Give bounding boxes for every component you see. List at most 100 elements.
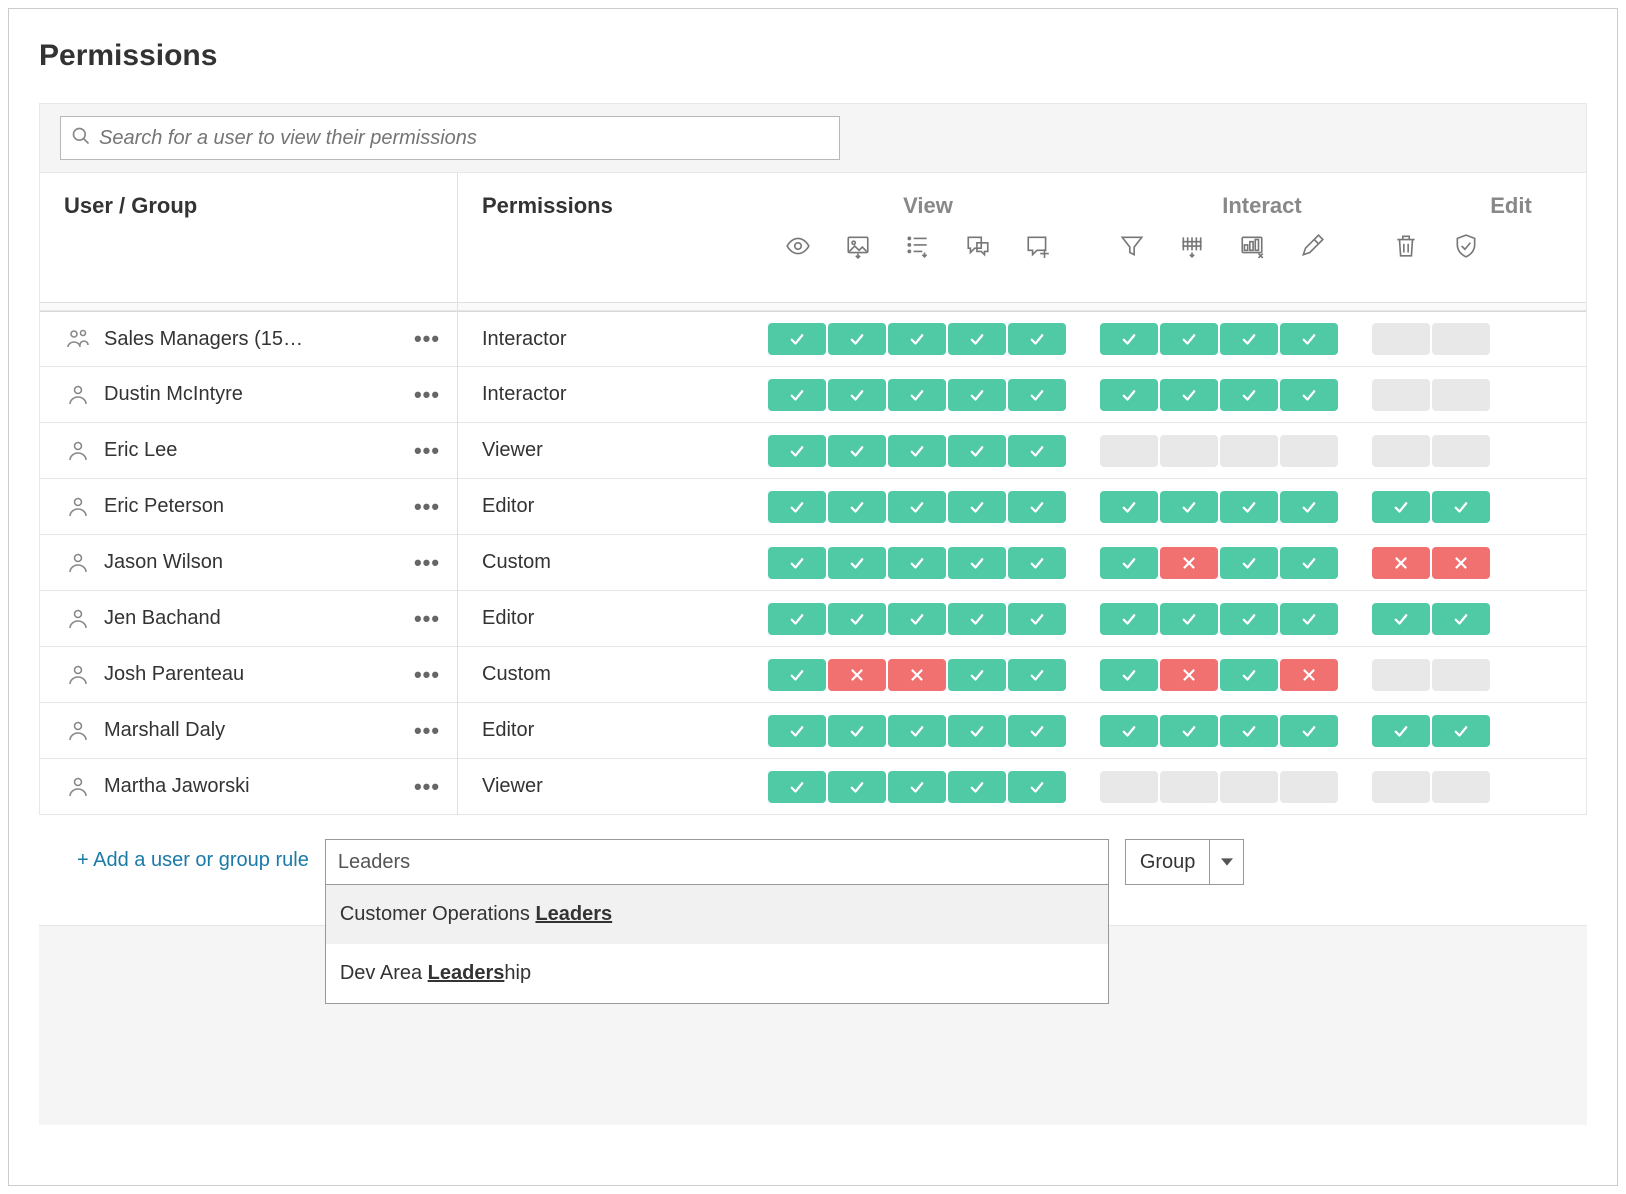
- permission-cell[interactable]: [1220, 435, 1278, 467]
- permission-role[interactable]: Interactor: [458, 328, 768, 351]
- permission-cell[interactable]: [1372, 659, 1430, 691]
- more-icon[interactable]: •••: [411, 606, 443, 632]
- permission-cell[interactable]: [1160, 715, 1218, 747]
- permission-cell[interactable]: [1220, 659, 1278, 691]
- permission-role[interactable]: Interactor: [458, 383, 768, 406]
- permission-cell[interactable]: [768, 659, 826, 691]
- permission-cell[interactable]: [1280, 547, 1338, 579]
- add-user-group-link[interactable]: + Add a user or group rule: [77, 839, 309, 872]
- permission-cell[interactable]: [1280, 715, 1338, 747]
- permission-cell[interactable]: [1372, 547, 1430, 579]
- permission-cell[interactable]: [1220, 547, 1278, 579]
- permission-cell[interactable]: [948, 603, 1006, 635]
- permission-cell[interactable]: [1432, 379, 1490, 411]
- permission-cell[interactable]: [1372, 435, 1430, 467]
- permission-cell[interactable]: [1372, 323, 1430, 355]
- permission-cell[interactable]: [1100, 491, 1158, 523]
- permission-role[interactable]: Custom: [458, 551, 768, 574]
- permission-cell[interactable]: [1432, 603, 1490, 635]
- permission-role[interactable]: Custom: [458, 663, 768, 686]
- permission-cell[interactable]: [768, 379, 826, 411]
- permission-cell[interactable]: [1220, 323, 1278, 355]
- permission-cell[interactable]: [888, 323, 946, 355]
- permission-cell[interactable]: [1008, 603, 1066, 635]
- permission-cell[interactable]: [1008, 379, 1066, 411]
- permission-cell[interactable]: [1372, 771, 1430, 803]
- permission-role[interactable]: Editor: [458, 495, 768, 518]
- permission-cell[interactable]: [1372, 379, 1430, 411]
- permission-role[interactable]: Editor: [458, 719, 768, 742]
- permission-cell[interactable]: [888, 379, 946, 411]
- permission-cell[interactable]: [1432, 715, 1490, 747]
- permission-cell[interactable]: [888, 547, 946, 579]
- permission-cell[interactable]: [1220, 379, 1278, 411]
- permission-cell[interactable]: [948, 771, 1006, 803]
- more-icon[interactable]: •••: [411, 718, 443, 744]
- permission-cell[interactable]: [1280, 491, 1338, 523]
- permission-cell[interactable]: [1280, 659, 1338, 691]
- permission-cell[interactable]: [828, 771, 886, 803]
- permission-cell[interactable]: [1100, 771, 1158, 803]
- permission-cell[interactable]: [768, 715, 826, 747]
- chevron-down-icon[interactable]: [1210, 839, 1244, 885]
- permission-cell[interactable]: [948, 491, 1006, 523]
- permission-cell[interactable]: [828, 715, 886, 747]
- permission-cell[interactable]: [828, 379, 886, 411]
- permission-cell[interactable]: [828, 659, 886, 691]
- permission-cell[interactable]: [1432, 771, 1490, 803]
- permission-cell[interactable]: [888, 435, 946, 467]
- permission-cell[interactable]: [828, 603, 886, 635]
- permission-cell[interactable]: [1100, 715, 1158, 747]
- permission-cell[interactable]: [948, 715, 1006, 747]
- permission-cell[interactable]: [1100, 435, 1158, 467]
- permission-cell[interactable]: [888, 491, 946, 523]
- type-selector[interactable]: Group: [1125, 839, 1245, 885]
- permission-role[interactable]: Viewer: [458, 439, 768, 462]
- permission-cell[interactable]: [1220, 603, 1278, 635]
- add-rule-input[interactable]: [325, 839, 1109, 885]
- permission-cell[interactable]: [768, 771, 826, 803]
- permission-cell[interactable]: [1100, 659, 1158, 691]
- more-icon[interactable]: •••: [411, 662, 443, 688]
- more-icon[interactable]: •••: [411, 438, 443, 464]
- more-icon[interactable]: •••: [411, 326, 443, 352]
- search-field[interactable]: [99, 127, 829, 150]
- permission-cell[interactable]: [1220, 715, 1278, 747]
- permission-cell[interactable]: [1432, 323, 1490, 355]
- permission-cell[interactable]: [1160, 435, 1218, 467]
- permission-cell[interactable]: [948, 435, 1006, 467]
- more-icon[interactable]: •••: [411, 774, 443, 800]
- permission-cell[interactable]: [1160, 491, 1218, 523]
- permission-cell[interactable]: [828, 435, 886, 467]
- permission-cell[interactable]: [1160, 603, 1218, 635]
- permission-cell[interactable]: [888, 715, 946, 747]
- permission-role[interactable]: Editor: [458, 607, 768, 630]
- permission-cell[interactable]: [1100, 379, 1158, 411]
- permission-cell[interactable]: [768, 547, 826, 579]
- more-icon[interactable]: •••: [411, 382, 443, 408]
- permission-cell[interactable]: [1008, 659, 1066, 691]
- permission-cell[interactable]: [1372, 715, 1430, 747]
- permission-cell[interactable]: [1008, 547, 1066, 579]
- permission-cell[interactable]: [828, 547, 886, 579]
- permission-cell[interactable]: [1220, 491, 1278, 523]
- permission-cell[interactable]: [1280, 379, 1338, 411]
- permission-cell[interactable]: [1280, 603, 1338, 635]
- permission-cell[interactable]: [1432, 491, 1490, 523]
- autocomplete-item[interactable]: Customer Operations Leaders: [326, 885, 1108, 944]
- permission-cell[interactable]: [1432, 435, 1490, 467]
- permission-cell[interactable]: [768, 491, 826, 523]
- permission-cell[interactable]: [1008, 323, 1066, 355]
- permission-cell[interactable]: [1280, 435, 1338, 467]
- permission-cell[interactable]: [948, 659, 1006, 691]
- permission-cell[interactable]: [1280, 323, 1338, 355]
- permission-cell[interactable]: [1220, 771, 1278, 803]
- permission-cell[interactable]: [948, 547, 1006, 579]
- permission-cell[interactable]: [1280, 771, 1338, 803]
- permission-cell[interactable]: [888, 603, 946, 635]
- permission-cell[interactable]: [1100, 547, 1158, 579]
- permission-cell[interactable]: [768, 323, 826, 355]
- permission-cell[interactable]: [768, 603, 826, 635]
- permission-cell[interactable]: [1432, 547, 1490, 579]
- permission-cell[interactable]: [768, 435, 826, 467]
